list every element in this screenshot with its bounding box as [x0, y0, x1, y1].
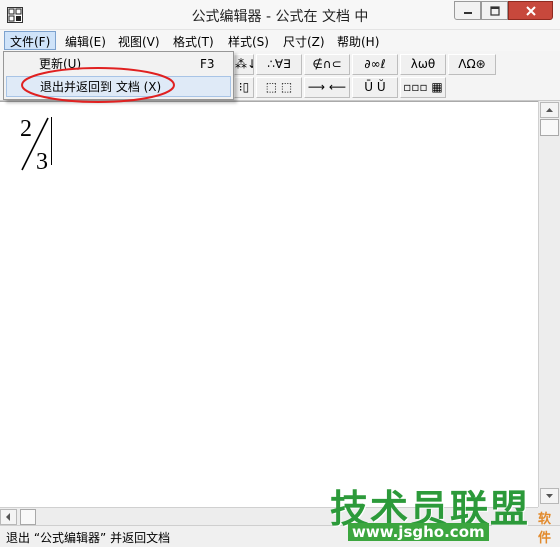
toolbar-button-templates[interactable]: ⁝▯	[234, 77, 254, 98]
maximize-button[interactable]	[481, 1, 508, 20]
toolbar-button-boxes[interactable]: ⬚ ⬚	[256, 77, 302, 98]
toolbar-button-greek-upper[interactable]: ΛΩ⊛	[448, 54, 496, 75]
menu-style[interactable]: 样式(S)	[223, 31, 274, 50]
menu-view[interactable]: 视图(V)	[113, 31, 165, 50]
menu-bar: 文件(F) 编辑(E) 视图(V) 格式(T) 样式(S) 尺寸(Z) 帮助(H…	[0, 30, 560, 51]
toolbar-button-greek-lower[interactable]: λωθ	[400, 54, 446, 75]
menu-help[interactable]: 帮助(H)	[332, 31, 384, 50]
menu-format[interactable]: 格式(T)	[168, 31, 219, 50]
menu-edit[interactable]: 编辑(E)	[60, 31, 111, 50]
minimize-icon	[463, 11, 472, 14]
horizontal-scroll-thumb[interactable]	[20, 509, 36, 525]
toolbar-button-matrix[interactable]: ▫▫▫ ▦	[400, 77, 446, 98]
vertical-scroll-thumb[interactable]	[540, 119, 559, 136]
menu-size[interactable]: 尺寸(Z)	[278, 31, 330, 50]
toolbar-button-accents[interactable]: Ū Ŭ	[352, 77, 398, 98]
maximize-icon	[489, 5, 500, 16]
menu-item-shortcut: F3	[200, 57, 215, 71]
toolbar-button-arrows[interactable]: ⟶ ⟵	[304, 77, 350, 98]
scroll-left-button[interactable]	[0, 509, 17, 525]
minimize-button[interactable]	[454, 1, 481, 20]
close-button[interactable]	[508, 1, 553, 20]
red-highlight-ellipse	[21, 67, 175, 103]
title-bar: 公式编辑器 - 公式在 文档 中	[0, 0, 560, 30]
toolbar-button-spacing[interactable]: ⁂↓	[234, 54, 254, 75]
fraction-denominator: 3	[36, 149, 48, 172]
chevron-up-icon	[546, 108, 553, 112]
toolbar-button-sets[interactable]: ∉∩⊂	[304, 54, 350, 75]
toolbar-button-logic[interactable]: ∴∀∃	[256, 54, 302, 75]
fraction-numerator: 2	[20, 116, 32, 142]
menu-file[interactable]: 文件(F)	[4, 31, 57, 50]
close-icon	[525, 5, 536, 16]
equation-editing-area[interactable]: 2 3	[0, 101, 538, 507]
watermark-side-text: 软件网	[538, 512, 552, 546]
site-watermark: 技术员联盟 www.jsgho.com 软件网	[330, 478, 560, 546]
scroll-up-button[interactable]	[540, 102, 559, 118]
toolbar-button-misc-symbols[interactable]: ∂∞ℓ	[352, 54, 398, 75]
watermark-url: www.jsgho.com	[348, 523, 489, 541]
chevron-left-icon	[6, 513, 10, 521]
insertion-cursor	[51, 117, 52, 165]
slash-fraction[interactable]: 2 3	[18, 114, 62, 172]
vertical-scrollbar[interactable]	[538, 101, 560, 507]
